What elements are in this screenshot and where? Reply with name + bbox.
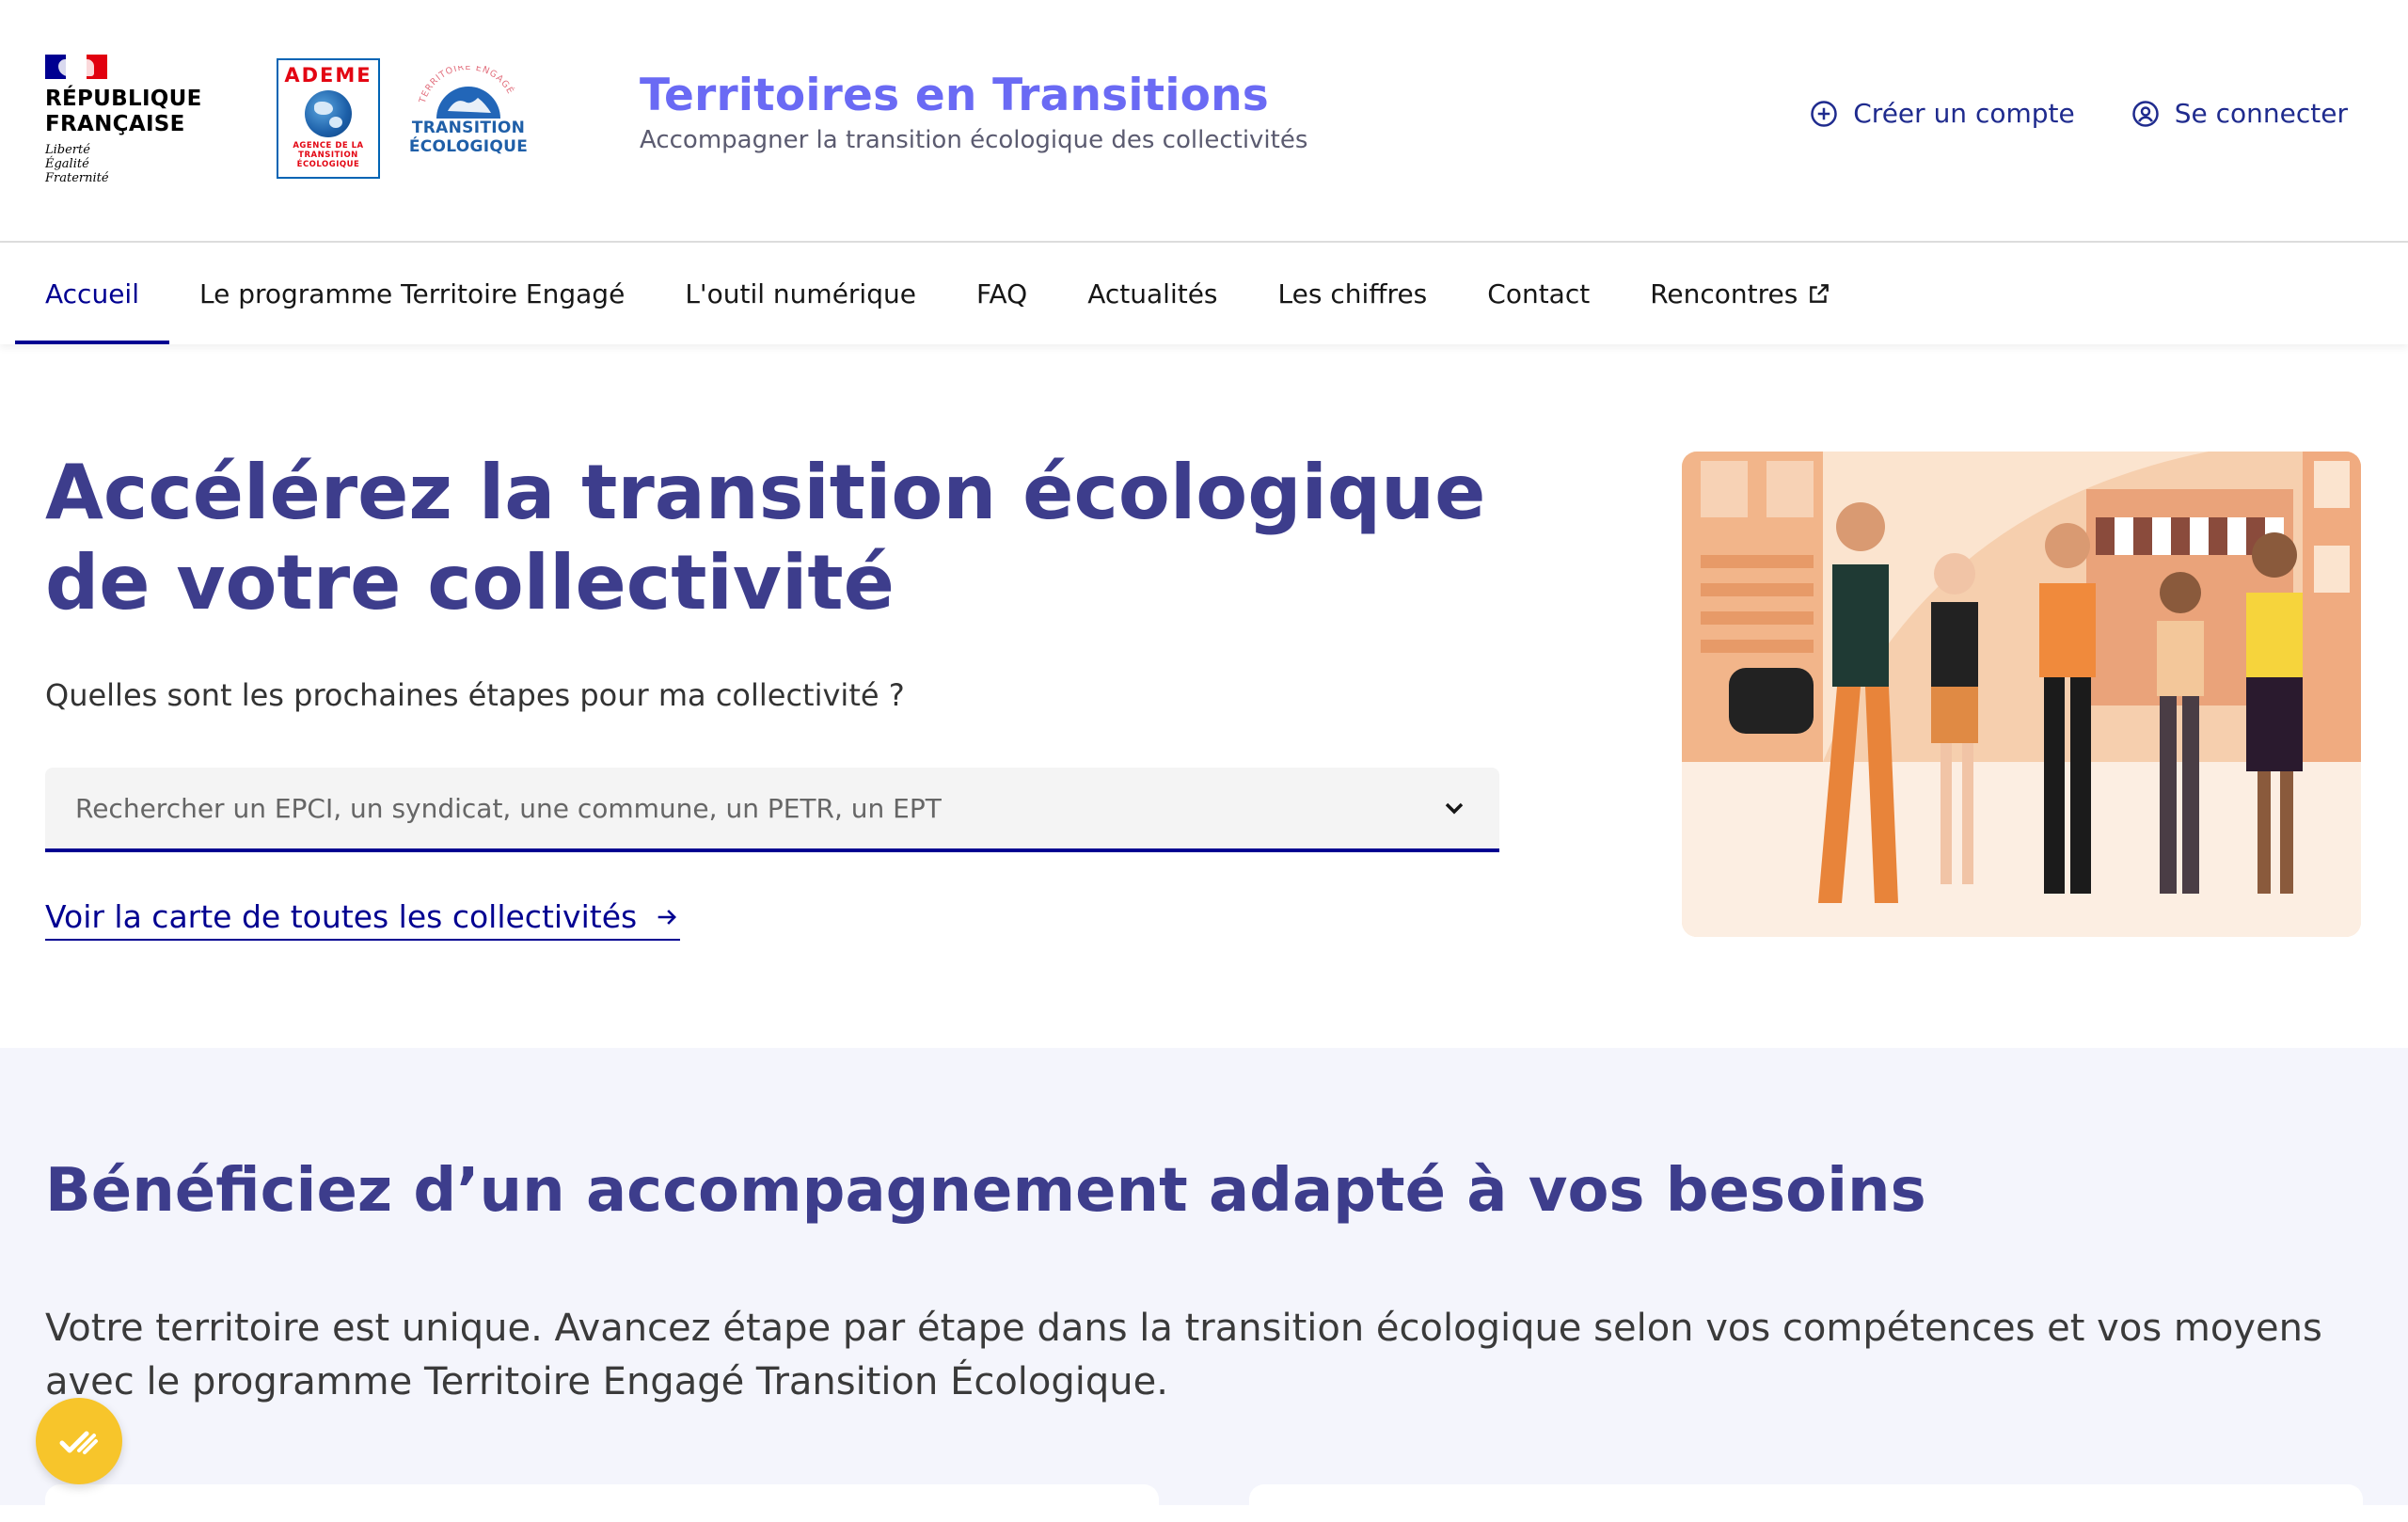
map-link[interactable]: Voir la carte de toutes les collectivité… <box>45 898 681 941</box>
section-card[interactable] <box>45 1484 1159 1522</box>
nav-item-label: Actualités <box>1087 277 1218 309</box>
ademe-logo[interactable]: ADEME AGENCE DE LA TRANSITION ÉCOLOGIQUE <box>277 58 380 179</box>
search-placeholder: Rechercher un EPCI, un syndicat, une com… <box>75 792 942 824</box>
nav-item-label: Rencontres <box>1650 277 1798 309</box>
feedback-button[interactable] <box>36 1398 122 1484</box>
map-link-label: Voir la carte de toutes les collectivité… <box>45 898 638 935</box>
create-account-button[interactable]: Créer un compte <box>1810 98 2075 129</box>
nav-item-faq[interactable]: FAQ <box>946 243 1057 344</box>
login-label: Se connecter <box>2174 98 2348 129</box>
hero-illustration <box>1682 452 2361 937</box>
collectivite-search-select[interactable]: Rechercher un EPCI, un syndicat, une com… <box>45 768 1499 852</box>
ademe-title: ADEME <box>284 64 372 87</box>
check-feedback-icon <box>59 1431 98 1454</box>
territoire-engage-text: TRANSITION ÉCOLOGIQUE <box>408 119 529 156</box>
nav-item-chiffres[interactable]: Les chiffres <box>1248 243 1458 344</box>
site-header: RÉPUBLIQUE FRANÇAISE Liberté Égalité Fra… <box>0 0 2408 243</box>
territoire-engage-globe-icon: TERRITOIRE ENGAGÉ <box>417 66 515 119</box>
nav-item-label: FAQ <box>975 277 1028 309</box>
section-title: Bénéficiez d’un accompagnement adapté à … <box>45 1156 1926 1226</box>
nav-item-contact[interactable]: Contact <box>1457 243 1620 344</box>
territoire-engage-logo[interactable]: TERRITOIRE ENGAGÉ TRANSITION ÉCOLOGIQUE <box>406 66 531 177</box>
nav-item-label: Les chiffres <box>1277 277 1428 309</box>
external-link-icon <box>1810 284 1830 303</box>
republique-francaise-name: RÉPUBLIQUE FRANÇAISE <box>45 87 202 136</box>
main-navigation: Accueil Le programme Territoire Engagé L… <box>0 243 2408 344</box>
create-account-label: Créer un compte <box>1853 98 2075 129</box>
republique-motto: Liberté Égalité Fraternité <box>45 143 109 185</box>
section-card[interactable] <box>1249 1484 2363 1522</box>
globe-icon <box>305 90 352 137</box>
site-tagline: Accompagner la transition écologique des… <box>640 126 1308 154</box>
header-tools: Créer un compte Se connecter <box>1810 98 2348 129</box>
nav-item-label: Le programme Territoire Engagé <box>198 277 626 309</box>
site-title[interactable]: Territoires en Transitions <box>640 68 1307 124</box>
people-group-illustration <box>1682 452 2361 937</box>
hero-question: Quelles sont les prochaines étapes pour … <box>45 677 905 713</box>
arrow-right-icon <box>657 909 677 925</box>
user-circle-icon <box>2131 100 2159 127</box>
marianne-flag-icon <box>45 55 107 79</box>
nav-item-label: Contact <box>1487 277 1591 309</box>
plus-circle-icon <box>1811 100 1837 127</box>
site-brand[interactable]: Territoires en Transitions Accompagner l… <box>640 68 1307 154</box>
login-button[interactable]: Se connecter <box>2131 98 2348 129</box>
nav-item-label: Accueil <box>45 277 139 309</box>
nav-item-accueil[interactable]: Accueil <box>15 243 169 344</box>
section-text: Votre territoire est unique. Avancez éta… <box>45 1307 2322 1403</box>
ademe-subtitle: AGENCE DE LA TRANSITION ÉCOLOGIQUE <box>293 141 364 169</box>
nav-item-outil-numerique[interactable]: L'outil numérique <box>655 243 946 344</box>
chevron-down-icon <box>1445 802 1464 815</box>
accompagnement-section: Bénéficiez d’un accompagnement adapté à … <box>0 1048 2408 1522</box>
nav-item-rencontres[interactable]: Rencontres <box>1620 243 1861 344</box>
republique-francaise-logo[interactable]: RÉPUBLIQUE FRANÇAISE Liberté Égalité Fra… <box>45 55 202 185</box>
nav-item-actualites[interactable]: Actualités <box>1057 243 1247 344</box>
nav-item-programme[interactable]: Le programme Territoire Engagé <box>169 243 655 344</box>
nav-item-label: L'outil numérique <box>685 277 916 309</box>
hero-title: Accélérez la transition écologique de vo… <box>45 449 1486 626</box>
